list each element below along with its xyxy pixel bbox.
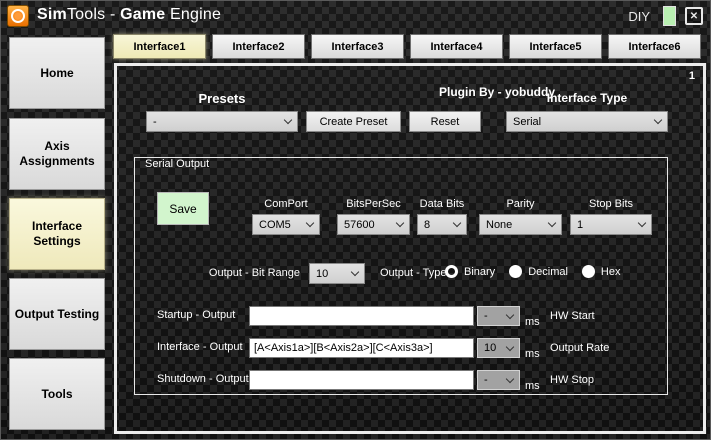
startup-delay-value: - [484, 310, 488, 322]
bit-range-value: 10 [316, 267, 329, 280]
sidebar-item-home[interactable]: Home [9, 37, 105, 109]
radio-option-binary[interactable]: Binary [445, 265, 495, 278]
tab-interface1[interactable]: Interface1 [113, 34, 206, 59]
chevron-down-icon [653, 115, 663, 125]
sidebar-item-output-testing[interactable]: Output Testing [9, 278, 105, 350]
tab-interface3[interactable]: Interface3 [311, 34, 404, 59]
shutdown-output-input[interactable] [249, 370, 474, 390]
radio-hex-label: Hex [600, 265, 621, 278]
parity-dropdown[interactable]: None [479, 214, 562, 235]
chevron-down-icon [283, 115, 293, 125]
shutdown-output-label: Shutdown - Output [157, 373, 249, 385]
tab-interface4[interactable]: Interface4 [410, 34, 503, 59]
param-comport: ComPort COM5 [252, 198, 320, 235]
plugin-by-label: Plugin By - yobuddy [439, 85, 555, 99]
interface-tabs: Interface1 Interface2 Interface3 Interfa… [113, 34, 701, 59]
title-part: Game [120, 6, 166, 23]
comport-label: ComPort [264, 198, 308, 210]
bitspersec-value: 57600 [344, 218, 375, 231]
serial-output-group: Serial Output Save ComPort COM5 BitsPerS… [134, 157, 668, 395]
save-button[interactable]: Save [157, 192, 209, 225]
startup-output-input[interactable] [249, 306, 474, 326]
chevron-down-icon [637, 218, 647, 228]
tab-interface6[interactable]: Interface6 [608, 34, 701, 59]
chevron-down-icon [305, 218, 315, 228]
startup-delay-dropdown[interactable]: - [477, 306, 520, 326]
title-part: Tools - [66, 6, 121, 23]
bitspersec-dropdown[interactable]: 57600 [337, 214, 410, 235]
output-rate-label: Output Rate [550, 342, 610, 354]
chevron-down-icon [395, 218, 405, 228]
radio-binary-selected-icon[interactable] [445, 265, 458, 278]
databits-dropdown[interactable]: 8 [417, 214, 467, 235]
page-indicator: 1 [688, 70, 695, 82]
stopbits-dropdown[interactable]: 1 [570, 214, 652, 235]
bit-range-dropdown[interactable]: 10 [309, 263, 365, 284]
output-rate-dropdown[interactable]: 10 [477, 338, 520, 358]
chevron-down-icon [505, 310, 515, 319]
interface-type-dropdown[interactable]: Serial [506, 111, 668, 132]
hw-stop-label: HW Stop [550, 374, 595, 386]
tab-interface5[interactable]: Interface5 [509, 34, 602, 59]
radio-decimal-icon[interactable] [509, 265, 523, 278]
title-part: Sim [37, 6, 67, 23]
presets-label: Presets [198, 91, 246, 106]
databits-label: Data Bits [419, 198, 465, 210]
presets-selected-value: - [153, 115, 157, 128]
presets-dropdown[interactable]: - [146, 111, 298, 132]
app-icon-ring [11, 9, 25, 23]
close-button[interactable]: ✕ [685, 7, 703, 25]
radio-option-hex[interactable]: Hex [581, 265, 621, 278]
reset-button[interactable]: Reset [409, 111, 481, 132]
title-bar: SimTools - Game Engine DIY ✕ [1, 1, 711, 31]
simtools-window: { "window": { "title_bold1": "Sim", "tit… [0, 0, 711, 440]
sidebar-item-interface-settings[interactable]: Interface Settings [9, 198, 105, 270]
param-databits: Data Bits 8 [417, 198, 467, 235]
chevron-down-icon [505, 342, 515, 351]
interface-output-label: Interface - Output [157, 341, 243, 353]
radio-hex-icon[interactable] [581, 265, 595, 278]
databits-value: 8 [424, 218, 431, 231]
startup-output-label: Startup - Output [157, 309, 236, 321]
output-rate-value: 10 [484, 342, 497, 354]
stopbits-value: 1 [577, 218, 584, 231]
chevron-down-icon [547, 218, 557, 228]
stopbits-label: Stop Bits [588, 198, 634, 210]
title-part: Engine [165, 6, 222, 23]
parity-label: Parity [506, 198, 535, 210]
shutdown-ms-label: ms [525, 380, 540, 392]
comport-value: COM5 [259, 218, 291, 231]
interface-output-input[interactable] [249, 338, 474, 358]
chevron-down-icon [350, 267, 360, 277]
param-bitspersec: BitsPerSec 57600 [337, 198, 410, 235]
sidebar-item-axis-assignments[interactable]: Axis Assignments [9, 118, 105, 190]
radio-option-decimal[interactable]: Decimal [509, 265, 568, 278]
output-type-label: Output - Type [380, 267, 447, 279]
output-type-radios: Binary Decimal Hex [445, 265, 620, 278]
status-indicator-green [663, 6, 676, 26]
interface-type-selected-value: Serial [513, 115, 542, 128]
shutdown-delay-value: - [484, 374, 488, 386]
hw-start-label: HW Start [550, 310, 595, 322]
shutdown-delay-dropdown[interactable]: - [477, 370, 520, 390]
sidebar-item-tools[interactable]: Tools [9, 358, 105, 430]
comport-dropdown[interactable]: COM5 [252, 214, 320, 235]
param-parity: Parity None [479, 198, 562, 235]
chevron-down-icon [505, 374, 515, 383]
chevron-down-icon [452, 218, 462, 228]
parity-value: None [486, 218, 513, 231]
create-preset-button[interactable]: Create Preset [306, 111, 401, 132]
param-stopbits: Stop Bits 1 [570, 198, 652, 235]
radio-decimal-label: Decimal [528, 265, 568, 278]
window-title: SimTools - Game Engine [37, 6, 221, 24]
serial-output-legend: Serial Output [145, 158, 210, 170]
diy-label: DIY [628, 9, 650, 24]
bit-range-label: Output - Bit Range [208, 267, 300, 279]
tab-interface2[interactable]: Interface2 [212, 34, 305, 59]
app-icon [7, 5, 29, 27]
startup-ms-label: ms [525, 316, 540, 328]
interface-ms-label: ms [525, 348, 540, 360]
bitspersec-label: BitsPerSec [346, 198, 401, 210]
radio-binary-label: Binary [464, 265, 496, 278]
